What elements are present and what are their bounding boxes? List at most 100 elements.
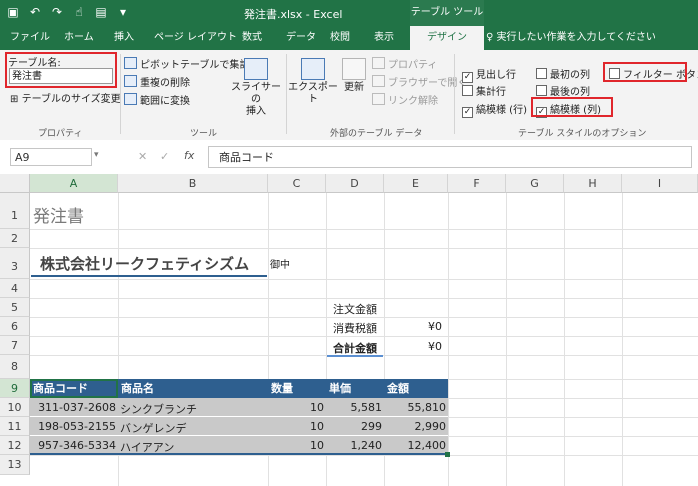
column-header-i[interactable]: I: [622, 174, 698, 193]
resize-table-button[interactable]: ⊞ テーブルのサイズ変更: [10, 90, 121, 105]
tax-label: 消費税額: [333, 322, 377, 335]
function-icon[interactable]: fx: [184, 149, 194, 162]
group-label-properties: プロパティ: [38, 129, 83, 139]
header-quantity[interactable]: 数量: [271, 379, 293, 398]
highlight-table-name: [5, 52, 117, 88]
table-row: 198-053-2155 バンゲレンデ 10 299 2,990: [30, 417, 448, 436]
column-header-b[interactable]: B: [118, 174, 268, 193]
table-resize-handle[interactable]: [445, 452, 450, 457]
cell-quantity[interactable]: 10: [268, 420, 324, 433]
row-header-11[interactable]: 11: [0, 417, 30, 436]
form-icon[interactable]: ▤: [94, 5, 108, 19]
honorific-label: 御中: [270, 260, 290, 271]
browser-icon: [372, 75, 385, 87]
header-product-name[interactable]: 商品名: [121, 379, 154, 398]
row-header-5[interactable]: 5: [0, 298, 30, 317]
cell-product-name[interactable]: ハイアアン: [120, 439, 174, 455]
gridline: [30, 229, 698, 230]
formula-input[interactable]: 商品コード: [208, 146, 692, 168]
company-name: 株式会社リークフェティシズム: [40, 255, 250, 273]
worksheet-grid: A B C D E F G H I 1 2 3 4 5 6 7 8 9 10 1…: [0, 174, 698, 486]
name-box-dropdown-icon[interactable]: ▾: [94, 150, 99, 160]
cell-product-code[interactable]: 311-037-2608: [30, 401, 116, 414]
tab-view[interactable]: 表示: [368, 26, 400, 50]
gridline: [448, 417, 698, 418]
tab-home[interactable]: ホーム: [58, 26, 100, 50]
column-header-f[interactable]: F: [448, 174, 506, 193]
cell-amount[interactable]: 55,810: [384, 401, 447, 414]
enter-icon[interactable]: ✓: [160, 150, 169, 163]
row-header-9[interactable]: 9: [0, 379, 30, 398]
customize-qat-icon[interactable]: ▾: [116, 5, 130, 19]
name-box[interactable]: A9: [10, 148, 92, 166]
undo-icon[interactable]: ↶: [28, 5, 42, 19]
group-label-tools: ツール: [190, 129, 218, 139]
row-header-6[interactable]: 6: [0, 317, 30, 336]
header-amount[interactable]: 金額: [387, 379, 409, 398]
gridline: [30, 298, 698, 299]
external-properties-button[interactable]: プロパティ: [372, 56, 437, 71]
convert-range-button[interactable]: 範囲に変換: [124, 92, 190, 107]
save-icon[interactable]: ▣: [6, 5, 20, 19]
convert-range-label: 範囲に変換: [140, 96, 190, 107]
column-header-c[interactable]: C: [268, 174, 326, 193]
total-row-checkbox[interactable]: 集計行: [462, 83, 506, 98]
column-header-d[interactable]: D: [326, 174, 384, 193]
tax-value: ¥0: [428, 320, 442, 333]
cell-amount[interactable]: 2,990: [384, 420, 447, 433]
row-header-3[interactable]: 3: [0, 248, 30, 279]
row-header-8[interactable]: 8: [0, 355, 30, 379]
tab-review[interactable]: 校閲: [324, 26, 356, 50]
export-button[interactable]: エクスポート: [288, 58, 338, 106]
company-underline: [31, 275, 267, 277]
gridline: [622, 193, 623, 486]
cell-quantity[interactable]: 10: [268, 401, 324, 414]
row-header-12[interactable]: 12: [0, 436, 30, 455]
tab-data[interactable]: データ: [280, 26, 322, 50]
tab-insert[interactable]: 挿入: [108, 26, 140, 50]
insert-slicer-button[interactable]: スライサーの 挿入: [228, 58, 284, 118]
last-column-checkbox[interactable]: 最後の列: [536, 83, 590, 98]
cell-unit-price[interactable]: 5,581: [326, 401, 383, 414]
column-header-a[interactable]: A: [30, 174, 118, 193]
row-header-10[interactable]: 10: [0, 398, 30, 417]
refresh-button[interactable]: 更新: [340, 58, 368, 94]
window-title: 発注書.xlsx - Excel: [244, 8, 343, 21]
column-header-g[interactable]: G: [506, 174, 564, 193]
title-bar: ▣ ↶ ↷ ☝ ▤ ▾ 発注書.xlsx - Excel テーブル ツール: [0, 0, 698, 26]
refresh-icon: [342, 58, 366, 80]
cell-unit-price[interactable]: 1,240: [326, 439, 383, 452]
total-label: 合計金額: [333, 342, 377, 355]
header-unit-price[interactable]: 単価: [329, 379, 351, 398]
cell-product-name[interactable]: シンクブランチ: [120, 401, 197, 417]
select-all-corner[interactable]: [0, 174, 30, 193]
row-header-2[interactable]: 2: [0, 229, 30, 248]
row-header-13[interactable]: 13: [0, 455, 30, 475]
column-header-e[interactable]: E: [384, 174, 448, 193]
unlink-button[interactable]: リンク解除: [372, 92, 438, 107]
cell-product-code[interactable]: 957-346-5334: [30, 439, 116, 452]
touch-mode-icon[interactable]: ☝: [72, 5, 86, 19]
remove-duplicates-button[interactable]: 重複の削除: [124, 74, 190, 89]
cell-product-code[interactable]: 198-053-2155: [30, 420, 116, 433]
cancel-icon[interactable]: ✕: [138, 150, 147, 163]
row-header-7[interactable]: 7: [0, 336, 30, 355]
cell-amount[interactable]: 12,400: [384, 439, 447, 452]
cell-unit-price[interactable]: 299: [326, 420, 382, 433]
header-row-checkbox[interactable]: ✓ 見出し行: [462, 66, 516, 83]
column-header-h[interactable]: H: [564, 174, 622, 193]
gridline: [564, 193, 565, 486]
gridline: [30, 336, 698, 337]
tab-design[interactable]: デザイン: [410, 26, 484, 50]
tab-page-layout[interactable]: ページ レイアウト: [148, 26, 243, 50]
tab-file[interactable]: ファイル: [4, 26, 56, 50]
redo-icon[interactable]: ↷: [50, 5, 64, 19]
row-header-1[interactable]: 1: [0, 193, 30, 229]
cell-quantity[interactable]: 10: [268, 439, 324, 452]
cell-product-name[interactable]: バンゲレンデ: [120, 420, 187, 436]
row-header-4[interactable]: 4: [0, 279, 30, 298]
banded-rows-checkbox[interactable]: ✓ 縞模様 (行): [462, 101, 527, 118]
first-column-checkbox[interactable]: 最初の列: [536, 66, 590, 81]
tab-formulas[interactable]: 数式: [236, 26, 268, 50]
tell-me-search[interactable]: ♀ 実行したい作業を入力してください: [486, 26, 656, 50]
